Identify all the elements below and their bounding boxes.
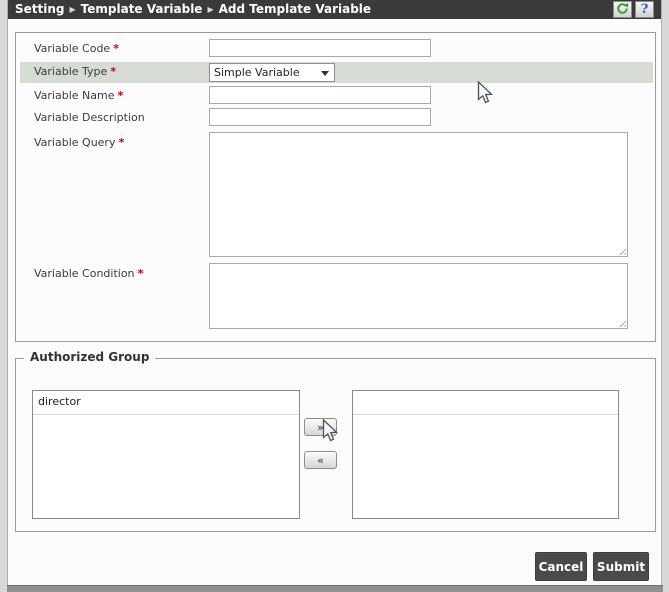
cancel-button[interactable]: Cancel xyxy=(535,552,587,581)
variable-description-label: Variable Description xyxy=(34,111,145,124)
required-marker: * xyxy=(118,136,124,149)
list-item-director[interactable]: director xyxy=(33,391,299,415)
move-right-button[interactable]: » xyxy=(304,418,337,436)
template-variable-form: Variable Code* Variable Type* Simple Var… xyxy=(15,32,656,342)
variable-query-textarea[interactable] xyxy=(209,132,628,257)
refresh-button[interactable] xyxy=(613,1,632,18)
variable-name-label: Variable Name* xyxy=(34,89,123,102)
breadcrumb-arrow-icon: ▶ xyxy=(70,5,76,14)
required-marker: * xyxy=(113,42,119,55)
required-marker: * xyxy=(118,89,124,102)
required-marker: * xyxy=(138,267,144,280)
breadcrumb-setting[interactable]: Setting xyxy=(15,2,65,16)
breadcrumb: Setting ▶ Template Variable ▶ Add Template V… xyxy=(15,0,371,19)
dropdown-arrow-icon xyxy=(321,71,329,76)
breadcrumb-arrow-icon: ▶ xyxy=(207,5,213,14)
variable-type-selected-value: Simple Variable xyxy=(214,66,300,79)
variable-description-input[interactable] xyxy=(209,108,431,126)
variable-code-input[interactable] xyxy=(209,39,431,57)
variable-code-label: Variable Code* xyxy=(34,42,119,55)
list-item-empty xyxy=(353,391,618,415)
authorized-group-legend: Authorized Group xyxy=(24,350,155,364)
header-bar: Setting ▶ Template Variable ▶ Add Template V… xyxy=(8,0,661,19)
variable-name-input[interactable] xyxy=(209,86,431,104)
breadcrumb-add-template-variable: Add Template Variable xyxy=(219,2,371,16)
submit-button[interactable]: Submit xyxy=(593,552,649,581)
help-button[interactable]: ? xyxy=(635,1,654,18)
move-left-button[interactable]: « xyxy=(304,451,337,469)
refresh-icon xyxy=(616,2,629,18)
authorized-group-fieldset: Authorized Group director » « xyxy=(15,358,656,532)
variable-query-label: Variable Query* xyxy=(34,136,124,149)
breadcrumb-template-variable[interactable]: Template Variable xyxy=(81,2,203,16)
selected-groups-list[interactable] xyxy=(352,390,619,519)
help-icon: ? xyxy=(641,2,649,17)
variable-condition-textarea[interactable] xyxy=(209,263,628,329)
bottom-bar xyxy=(7,585,663,592)
variable-type-label: Variable Type* xyxy=(34,65,116,78)
required-marker: * xyxy=(110,65,116,78)
page-container: Setting ▶ Template Variable ▶ Add Template V… xyxy=(7,0,662,585)
variable-type-select[interactable]: Simple Variable xyxy=(209,63,335,82)
available-groups-list[interactable]: director xyxy=(32,390,300,519)
variable-condition-label: Variable Condition* xyxy=(34,267,143,280)
